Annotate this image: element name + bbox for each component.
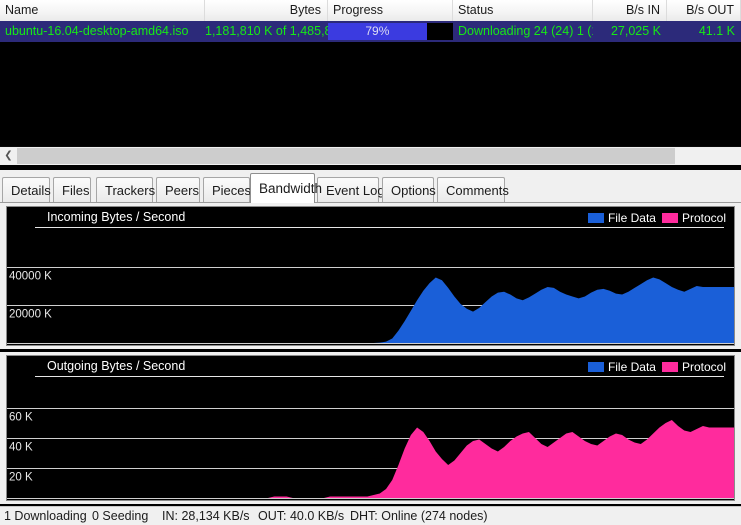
cell-bytes: 1,181,810 K of 1,485,8 [205, 24, 328, 38]
cell-bs-out: 41.1 K [698, 24, 735, 38]
tab-pieces[interactable]: Pieces [203, 177, 251, 202]
cell-status: Downloading 24 (24) 1 (1) [458, 24, 593, 38]
tab-details[interactable]: Details [2, 177, 51, 202]
tab-peers[interactable]: Peers [156, 177, 200, 202]
torrent-list-header: Name Bytes Progress Status B/s IN B/s OUT [0, 0, 741, 22]
cell-name: ubuntu-16.04-desktop-amd64.iso [5, 24, 189, 38]
torrent-client-window: Name Bytes Progress Status B/s IN B/s OUT ubu… [0, 0, 741, 525]
outgoing-bandwidth-panel: Outgoing Bytes / Second File Data Protoc… [0, 352, 741, 504]
column-header-name[interactable]: Name [0, 0, 205, 21]
tab-files[interactable]: Files [53, 177, 91, 202]
scrollbar-thumb[interactable] [17, 148, 675, 164]
status-dht: DHT: Online (274 nodes) [350, 509, 488, 523]
series-area-file-data [7, 277, 734, 343]
y-axis-tick-label: 40000 K [9, 271, 52, 283]
tab-comments[interactable]: Comments [437, 177, 509, 202]
progress-bar: 79% [328, 23, 453, 40]
scrollbar-track[interactable] [675, 147, 741, 165]
incoming-bandwidth-panel: Incoming Bytes / Second File Data Protoc… [0, 203, 741, 349]
tab-options[interactable]: Options [382, 177, 436, 202]
column-header-bs-out[interactable]: B/s OUT [667, 0, 741, 21]
progress-bar-label: 79% [365, 24, 390, 38]
torrent-list: Name Bytes Progress Status B/s IN B/s OUT ubu… [0, 0, 741, 144]
outgoing-plot-area: 60 K 40 K 20 K [7, 408, 734, 499]
status-bar: 1 Downloading 0 Seeding IN: 28,134 KB/s … [0, 506, 741, 525]
status-downloading: 1 Downloading [4, 509, 87, 523]
status-out-rate: OUT: 40.0 KB/s [258, 509, 345, 523]
y-axis-tick-label: 60 K [9, 412, 33, 424]
y-axis-tick-label: 20 K [9, 472, 33, 484]
series-area-protocol [7, 420, 734, 498]
horizontal-scrollbar[interactable]: ❮ [0, 146, 741, 165]
tab-bandwidth[interactable]: Bandwidth [250, 173, 322, 203]
column-header-status[interactable]: Status [453, 0, 593, 21]
y-axis-tick-label: 40 K [9, 442, 33, 454]
detail-tabs: Details Files Trackers Peers Pieces Bandwidth… [0, 170, 741, 203]
tab-trackers[interactable]: Trackers [96, 177, 155, 202]
column-header-progress[interactable]: Progress [328, 0, 453, 21]
torrent-row[interactable]: ubuntu-16.04-desktop-amd64.iso 1,181,810 … [0, 21, 741, 42]
y-axis-tick-label: 20000 K [9, 309, 52, 321]
column-header-bs-in[interactable]: B/s IN [593, 0, 667, 21]
chevron-left-icon[interactable]: ❮ [0, 147, 17, 165]
status-in-rate: IN: 28,134 KB/s [162, 509, 250, 523]
incoming-bandwidth-chart: Incoming Bytes / Second File Data Protoc… [6, 206, 735, 346]
cell-bs-in: 27,025 K [610, 24, 661, 38]
incoming-plot-area: 40000 K 20000 K [7, 267, 734, 344]
column-header-bytes[interactable]: Bytes [205, 0, 328, 21]
tab-event-log[interactable]: Event Log [317, 177, 385, 202]
outgoing-bandwidth-chart: Outgoing Bytes / Second File Data Protoc… [6, 355, 735, 501]
status-seeding: 0 Seeding [92, 509, 149, 523]
